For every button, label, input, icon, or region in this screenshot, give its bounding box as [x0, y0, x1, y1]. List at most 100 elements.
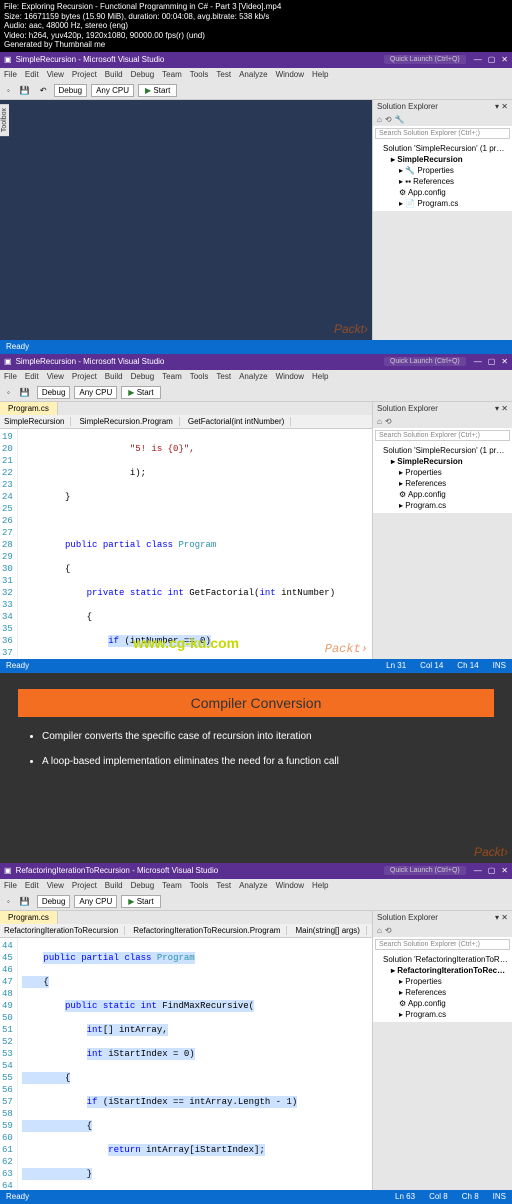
references-node[interactable]: ▸ References — [375, 478, 510, 489]
solution-search[interactable]: Search Solution Explorer (Ctrl+;) — [375, 430, 510, 441]
crumb-class[interactable]: RefactoringIterationToRecursion.Program — [133, 926, 287, 935]
menu-build[interactable]: Build — [105, 70, 123, 79]
menu-analyze[interactable]: Analyze — [239, 372, 267, 381]
menu-test[interactable]: Test — [216, 881, 231, 890]
properties-node[interactable]: ▸ 🔧 Properties — [375, 165, 510, 176]
menu-view[interactable]: View — [47, 372, 64, 381]
close-icon[interactable]: ✕ — [501, 55, 508, 64]
appconfig-node[interactable]: ⚙ App.config — [375, 998, 510, 1009]
save-icon[interactable]: 💾 — [17, 896, 33, 907]
programcs-node[interactable]: ▸ Program.cs — [375, 500, 510, 511]
menu-tools[interactable]: Tools — [190, 70, 209, 79]
menu-project[interactable]: Project — [72, 70, 97, 79]
close-icon[interactable]: ✕ — [501, 357, 508, 366]
maximize-icon[interactable]: ▢ — [488, 55, 496, 64]
menu-window[interactable]: Window — [276, 372, 304, 381]
quick-launch[interactable]: Quick Launch (Ctrl+Q) — [384, 357, 466, 366]
code-content[interactable]: "5! is {0}", i); } public partial class … — [18, 429, 372, 659]
properties-node[interactable]: ▸ Properties — [375, 467, 510, 478]
crumb-method[interactable]: Main(string[] args) — [295, 926, 366, 935]
programcs-node[interactable]: ▸ 📄 Program.cs — [375, 198, 510, 209]
code-editor[interactable]: Program.cs RefactoringIterationToRecursi… — [0, 911, 372, 1190]
quick-launch[interactable]: Quick Launch (Ctrl+Q) — [384, 55, 466, 64]
nav-back-icon[interactable]: ◦ — [4, 85, 13, 96]
properties-node[interactable]: ▸ Properties — [375, 976, 510, 987]
solution-node[interactable]: Solution 'SimpleRecursion' (1 project) — [375, 445, 510, 456]
start-button[interactable]: ▶ Start — [121, 895, 160, 908]
home-icon[interactable]: ⌂ — [377, 115, 382, 124]
toolbox-tab[interactable]: Toolbox — [0, 104, 9, 136]
menu-help[interactable]: Help — [312, 372, 328, 381]
platform-dropdown[interactable]: Any CPU — [74, 386, 117, 399]
pin-icon[interactable]: ▾ ✕ — [495, 102, 508, 111]
crumb-method[interactable]: GetFactorial(int intNumber) — [188, 417, 291, 426]
menu-build[interactable]: Build — [105, 881, 123, 890]
undo-icon[interactable]: ↶ — [37, 85, 50, 96]
start-button[interactable]: ▶ Start — [138, 84, 177, 97]
menu-help[interactable]: Help — [312, 70, 328, 79]
menu-tools[interactable]: Tools — [190, 372, 209, 381]
save-icon[interactable]: 💾 — [17, 387, 33, 398]
menu-team[interactable]: Team — [162, 70, 182, 79]
references-node[interactable]: ▸ ▪▪ References — [375, 176, 510, 187]
maximize-icon[interactable]: ▢ — [488, 866, 496, 875]
solution-search[interactable]: Search Solution Explorer (Ctrl+;) — [375, 939, 510, 950]
menu-analyze[interactable]: Analyze — [239, 70, 267, 79]
menu-file[interactable]: File — [4, 70, 17, 79]
project-node[interactable]: ▸ SimpleRecursion — [375, 456, 510, 467]
references-node[interactable]: ▸ References — [375, 987, 510, 998]
menu-team[interactable]: Team — [162, 372, 182, 381]
close-icon[interactable]: ✕ — [501, 866, 508, 875]
refresh-icon[interactable]: ⟲ — [385, 417, 392, 426]
refresh-icon[interactable]: ⟲ — [385, 115, 392, 124]
maximize-icon[interactable]: ▢ — [488, 357, 496, 366]
platform-dropdown[interactable]: Any CPU — [74, 895, 117, 908]
config-dropdown[interactable]: Debug — [37, 386, 71, 399]
crumb-project[interactable]: RefactoringIterationToRecursion — [4, 926, 125, 935]
menu-project[interactable]: Project — [72, 881, 97, 890]
refresh-icon[interactable]: ⟲ — [385, 926, 392, 935]
menu-help[interactable]: Help — [312, 881, 328, 890]
crumb-project[interactable]: SimpleRecursion — [4, 417, 71, 426]
minimize-icon[interactable]: — — [474, 55, 482, 64]
tools-icon[interactable]: 🔧 — [395, 115, 405, 124]
pin-icon[interactable]: ▾ ✕ — [495, 913, 508, 922]
minimize-icon[interactable]: — — [474, 357, 482, 366]
nav-back-icon[interactable]: ◦ — [4, 387, 13, 398]
editor-tab-program[interactable]: Program.cs — [0, 911, 58, 924]
appconfig-node[interactable]: ⚙ App.config — [375, 187, 510, 198]
menu-test[interactable]: Test — [216, 70, 231, 79]
menu-project[interactable]: Project — [72, 372, 97, 381]
code-content[interactable]: public partial class Program { public st… — [18, 938, 372, 1190]
code-editor[interactable]: Program.cs SimpleRecursion SimpleRecursi… — [0, 402, 372, 659]
home-icon[interactable]: ⌂ — [377, 417, 382, 426]
nav-back-icon[interactable]: ◦ — [4, 896, 13, 907]
appconfig-node[interactable]: ⚙ App.config — [375, 489, 510, 500]
menu-build[interactable]: Build — [105, 372, 123, 381]
menu-file[interactable]: File — [4, 372, 17, 381]
menu-debug[interactable]: Debug — [131, 372, 155, 381]
project-node[interactable]: ▸ SimpleRecursion — [375, 154, 510, 165]
project-node[interactable]: ▸ RefactoringIterationToRecursion — [375, 965, 510, 976]
solution-search[interactable]: Search Solution Explorer (Ctrl+;) — [375, 128, 510, 139]
menu-debug[interactable]: Debug — [131, 70, 155, 79]
menu-edit[interactable]: Edit — [25, 372, 39, 381]
minimize-icon[interactable]: — — [474, 866, 482, 875]
menu-window[interactable]: Window — [276, 70, 304, 79]
titlebar[interactable]: ▣ RefactoringIterationToRecursion - Micr… — [0, 863, 512, 879]
platform-dropdown[interactable]: Any CPU — [91, 84, 134, 97]
config-dropdown[interactable]: Debug — [37, 895, 71, 908]
menu-team[interactable]: Team — [162, 881, 182, 890]
menu-view[interactable]: View — [47, 881, 64, 890]
menu-edit[interactable]: Edit — [25, 70, 39, 79]
menu-edit[interactable]: Edit — [25, 881, 39, 890]
quick-launch[interactable]: Quick Launch (Ctrl+Q) — [384, 866, 466, 875]
solution-node[interactable]: Solution 'RefactoringIterationToRecursio… — [375, 954, 510, 965]
menu-tools[interactable]: Tools — [190, 881, 209, 890]
menu-test[interactable]: Test — [216, 372, 231, 381]
programcs-node[interactable]: ▸ Program.cs — [375, 1009, 510, 1020]
save-icon[interactable]: 💾 — [17, 85, 33, 96]
pin-icon[interactable]: ▾ ✕ — [495, 404, 508, 413]
start-button[interactable]: ▶ Start — [121, 386, 160, 399]
titlebar[interactable]: ▣ SimpleRecursion - Microsoft Visual Stu… — [0, 52, 512, 68]
